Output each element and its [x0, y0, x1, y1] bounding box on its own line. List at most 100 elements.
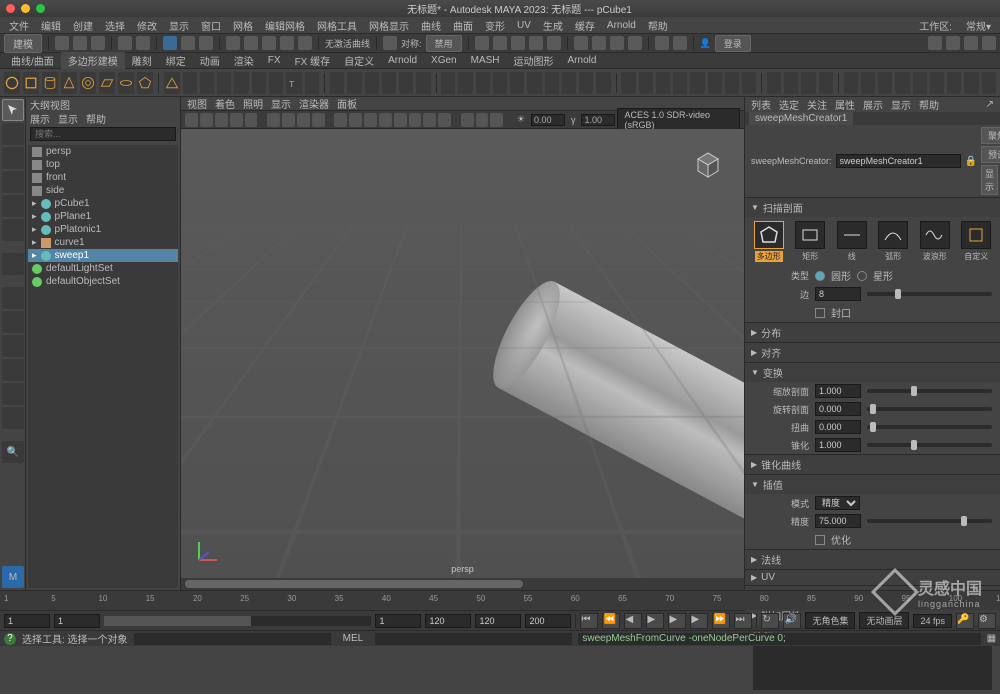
view-menu-renderer[interactable]: 渲染器	[299, 96, 329, 111]
section-transform-header[interactable]: ▼变换	[745, 363, 1000, 382]
view-menu-lighting[interactable]: 照明	[243, 96, 263, 111]
viewport-scrollbar[interactable]	[181, 578, 744, 590]
shelf-tab-curves[interactable]: 曲线/曲面	[4, 52, 61, 69]
poke-icon[interactable]	[690, 72, 704, 94]
menu-meshdisplay[interactable]: 网格显示	[364, 18, 414, 33]
loop-icon[interactable]: ↻	[761, 613, 779, 629]
sidebar-toggle2-icon[interactable]	[946, 36, 960, 50]
ae-nodename-field[interactable]	[836, 154, 961, 168]
minimize-icon[interactable]	[21, 4, 30, 13]
range-start-inner[interactable]	[54, 614, 100, 628]
new-scene-icon[interactable]	[55, 36, 69, 50]
poly-prism-icon[interactable]	[183, 72, 197, 94]
profile-type-star[interactable]	[857, 271, 867, 281]
toggle-x-icon[interactable]	[655, 36, 669, 50]
shelf-tab-mash[interactable]: MASH	[464, 54, 507, 67]
exposure-field[interactable]	[531, 114, 565, 126]
profile-custom[interactable]: 自定义	[960, 221, 992, 262]
menu-modify[interactable]: 修改	[132, 18, 162, 33]
shelf-tab-rig[interactable]: 绑定	[159, 52, 193, 69]
section-uv-header[interactable]: ▶UV	[745, 570, 1000, 585]
render-icon[interactable]	[493, 36, 507, 50]
sidebar-toggle1-icon[interactable]	[928, 36, 942, 50]
2d-pan-icon[interactable]	[230, 113, 243, 127]
next-key-icon[interactable]: ▶	[690, 613, 708, 629]
textured-icon[interactable]	[364, 113, 377, 127]
shadows-icon[interactable]	[394, 113, 407, 127]
poly-plane-icon[interactable]	[99, 72, 115, 94]
sidebar-toggle4-icon[interactable]	[982, 36, 996, 50]
menu-deform[interactable]: 变形	[480, 18, 510, 33]
poly-pyramid-icon[interactable]	[164, 72, 180, 94]
select-mode-icon[interactable]	[163, 36, 177, 50]
precision-field[interactable]	[815, 514, 861, 528]
separate-icon[interactable]	[365, 72, 379, 94]
precision-mode-select[interactable]: 精度	[815, 496, 860, 510]
poly-gear-icon[interactable]	[234, 72, 248, 94]
sweep-mesh-icon[interactable]	[330, 72, 344, 94]
view-menu-shading[interactable]: 着色	[215, 96, 235, 111]
spin-edge-icon[interactable]	[742, 72, 756, 94]
smooth-icon[interactable]	[399, 72, 413, 94]
paint-tool[interactable]	[2, 147, 24, 169]
poly-platonic-icon[interactable]	[137, 72, 153, 94]
outliner-item-defaultlightset[interactable]: defaultLightSet	[28, 262, 178, 275]
outliner-item-front[interactable]: front	[28, 171, 178, 184]
poly-type-icon[interactable]: T	[286, 72, 302, 94]
prefs-icon[interactable]: ⚙	[978, 613, 996, 629]
poly-pipe-icon[interactable]	[200, 72, 214, 94]
connect-icon[interactable]	[545, 72, 559, 94]
open-scene-icon[interactable]	[73, 36, 87, 50]
view-menu-view[interactable]: 视图	[187, 96, 207, 111]
sides-field[interactable]	[815, 287, 861, 301]
ae-show-button[interactable]: 显示	[981, 165, 998, 195]
charset-selector[interactable]: 无角色集	[805, 612, 855, 629]
poly-sphere-icon[interactable]	[4, 72, 20, 94]
panel-layout-icon[interactable]	[574, 36, 588, 50]
ipr-icon[interactable]	[511, 36, 525, 50]
ae-lock-icon[interactable]: 🔒	[965, 156, 977, 167]
outliner-item-defaultobjectset[interactable]: defaultObjectSet	[28, 275, 178, 288]
combine-icon[interactable]	[347, 72, 361, 94]
gate-mask-icon[interactable]	[312, 113, 325, 127]
paint-select-icon[interactable]	[199, 36, 213, 50]
outliner-item-persp[interactable]: persp	[28, 145, 178, 158]
aa-icon[interactable]	[438, 113, 451, 127]
mode-selector[interactable]: 建模	[4, 34, 42, 53]
rotate-tool[interactable]	[2, 195, 24, 217]
shelf-tab-arnold2[interactable]: Arnold	[561, 54, 604, 67]
shelf-tab-poly[interactable]: 多边形建模	[61, 52, 125, 69]
range-end-outer[interactable]	[475, 614, 521, 628]
outliner-menu-display[interactable]: 展示	[30, 111, 50, 125]
symmetry-selector[interactable]: 禁用	[426, 35, 462, 52]
fps-selector[interactable]: 24 fps	[913, 614, 952, 628]
snap-point-icon[interactable]	[262, 36, 276, 50]
shelf-tab-fxcache[interactable]: FX 缓存	[288, 52, 338, 69]
poly-superellipse-icon[interactable]	[269, 72, 283, 94]
lasso-icon[interactable]	[181, 36, 195, 50]
window-controls[interactable]	[6, 4, 45, 13]
menu-edit[interactable]: 编辑	[36, 18, 66, 33]
toggle-y-icon[interactable]	[673, 36, 687, 50]
shelf-tab-render[interactable]: 渲染	[227, 52, 261, 69]
uv-camera-icon[interactable]	[930, 72, 944, 94]
outliner-menu-help[interactable]: 帮助	[86, 111, 106, 125]
scale-tool[interactable]	[2, 219, 24, 241]
section-distribute-header[interactable]: ▶分布	[745, 323, 1000, 342]
panel-layout2-icon[interactable]	[592, 36, 606, 50]
taper-slider[interactable]	[867, 443, 992, 447]
bookmark-icon[interactable]	[200, 113, 213, 127]
section-profile-header[interactable]: ▼扫描剖面	[745, 198, 1000, 217]
sidebar-toggle3-icon[interactable]	[964, 36, 978, 50]
menu-help[interactable]: 帮助	[643, 18, 673, 33]
ae-tab-focus[interactable]: 关注	[807, 97, 827, 112]
ae-tab-display[interactable]: 展示	[863, 97, 883, 112]
uv-unfold-icon[interactable]	[964, 72, 978, 94]
colorspace-selector[interactable]: ACES 1.0 SDR-video (sRGB)	[617, 108, 740, 132]
prev-key-icon[interactable]: ◀	[624, 613, 642, 629]
taper-field[interactable]	[815, 438, 861, 452]
uv-planar-icon[interactable]	[844, 72, 858, 94]
ae-popout-icon[interactable]: ↗	[986, 99, 994, 110]
multicut-icon[interactable]	[621, 72, 635, 94]
boolean-icon[interactable]	[382, 72, 396, 94]
